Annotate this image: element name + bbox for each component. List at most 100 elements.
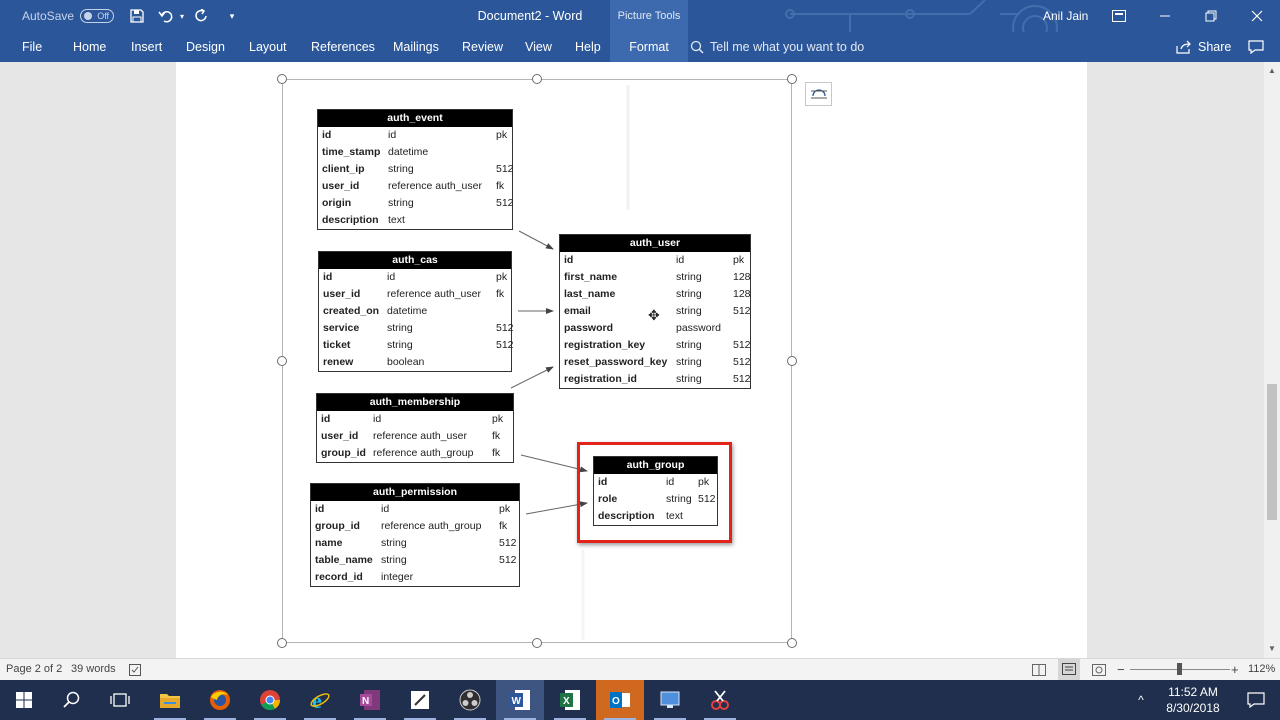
field-type: id [666,476,675,488]
field-type: reference auth_user [388,180,482,192]
field-name: renew [323,356,354,368]
scroll-down-icon[interactable]: ▼ [1267,644,1277,654]
table-row: description text [318,212,512,229]
scrollbar-thumb[interactable] [1267,384,1277,520]
field-type: string [388,197,414,209]
obs-icon[interactable] [446,680,494,720]
zoom-level[interactable]: 112% [1248,659,1275,680]
table-title: auth_membership [317,394,513,411]
field-key: fk [496,288,505,300]
field-name: registration_id [564,373,637,385]
move-cursor-icon: ✥ [648,307,660,323]
firefox-icon[interactable] [196,680,244,720]
field-name: ticket [323,339,351,351]
field-name: user_id [321,430,359,442]
scroll-up-icon[interactable]: ▲ [1267,66,1277,76]
field-name: reset_password_key [564,356,668,368]
field-key: pk [496,129,508,141]
table-row: registration_key string 512 [560,337,751,354]
clock-date: 8/30/2018 [1166,701,1220,715]
table-row: id id pk [560,252,750,269]
onenote-icon[interactable]: N [346,680,394,720]
table-row: group_id reference auth_group fk [311,518,519,535]
field-key: 512 [496,322,514,334]
table-row: user_id reference auth_user fk [319,286,511,303]
field-name: id [322,129,332,141]
table-row: table_name string 512 [311,552,519,569]
field-name: description [598,510,655,522]
field-name: created_on [323,305,380,317]
field-name: id [598,476,608,488]
field-name: service [323,322,360,334]
svg-text:N: N [362,696,369,707]
snipping-tool-icon[interactable] [696,680,744,720]
notifications-icon[interactable] [1232,680,1280,720]
word-icon[interactable]: W [496,680,544,720]
start-icon[interactable] [0,680,48,720]
field-key: 128 [733,288,751,300]
file-explorer-icon[interactable] [146,680,194,720]
table-row: id id pk [594,474,717,491]
word-count[interactable]: 39 words [71,659,116,680]
chrome-icon[interactable] [246,680,294,720]
svg-text:O: O [612,696,620,707]
field-type: boolean [387,356,425,368]
table-auth-membership: auth_membership id id pk user_id reference au… [316,393,514,463]
zoom-slider-thumb[interactable] [1177,663,1182,675]
field-type: string [381,537,407,549]
table-title: auth_user [560,235,750,252]
field-name: registration_key [564,339,646,351]
field-type: string [676,271,702,283]
zoom-out-icon[interactable]: − [1117,659,1125,680]
task-view-icon[interactable] [96,680,144,720]
vertical-scrollbar[interactable]: ▲ ▼ [1264,62,1280,658]
clock-time: 11:52 AM [1168,685,1218,699]
field-key: 512 [499,554,517,566]
table-title: auth_permission [311,484,519,501]
outlook-icon[interactable]: O [596,680,644,720]
search-icon[interactable] [48,680,96,720]
field-type: string [387,339,413,351]
field-name: group_id [315,520,360,532]
table-row: id id pk [311,501,519,518]
field-type: string [676,339,702,351]
system-clock[interactable]: 11:52 AM 8/30/2018 [1158,684,1228,716]
table-row: id id pk [317,411,513,428]
field-type: text [388,214,405,226]
excel-icon[interactable]: X [546,680,594,720]
field-type: datetime [387,305,428,317]
field-key: 512 [733,373,751,385]
field-name: name [315,537,343,549]
show-hidden-icons-icon[interactable]: ^ [1121,680,1161,720]
table-row: reset_password_key string 512 [560,354,751,371]
arrow-auth-event-to-auth-user [518,230,554,250]
table-row: renew boolean [319,354,511,371]
field-type: string [381,554,407,566]
print-layout-icon[interactable] [1058,659,1080,680]
internet-explorer-icon[interactable]: e [296,680,344,720]
field-type: reference auth_group [381,520,482,532]
table-row: first_name string 128 [560,269,751,286]
field-type: datetime [388,146,429,158]
field-key: pk [733,254,745,266]
field-type: string [666,493,692,505]
table-auth-event: auth_event id id pk time_stamp datetime client… [317,109,514,230]
field-type: id [381,503,390,515]
field-key: pk [492,413,504,425]
table-row: role string 512 [594,491,717,508]
field-key: fk [492,430,501,442]
sticky-notes-icon[interactable] [396,680,444,720]
windows-taskbar: e N W X O ^ 11:52 AM 8/30/2018 [0,680,1280,720]
field-name: id [315,503,325,515]
field-name: user_id [322,180,360,192]
table-row: id id pk [319,269,511,286]
zoom-in-icon[interactable]: + [1231,659,1239,680]
field-name: id [321,413,331,425]
page-count[interactable]: Page 2 of 2 [6,659,62,680]
field-name: last_name [564,288,616,300]
field-name: id [323,271,333,283]
field-name: client_ip [322,163,365,175]
field-key: 512 [496,339,514,351]
remote-desktop-icon[interactable] [646,680,694,720]
field-key: 512 [733,356,751,368]
